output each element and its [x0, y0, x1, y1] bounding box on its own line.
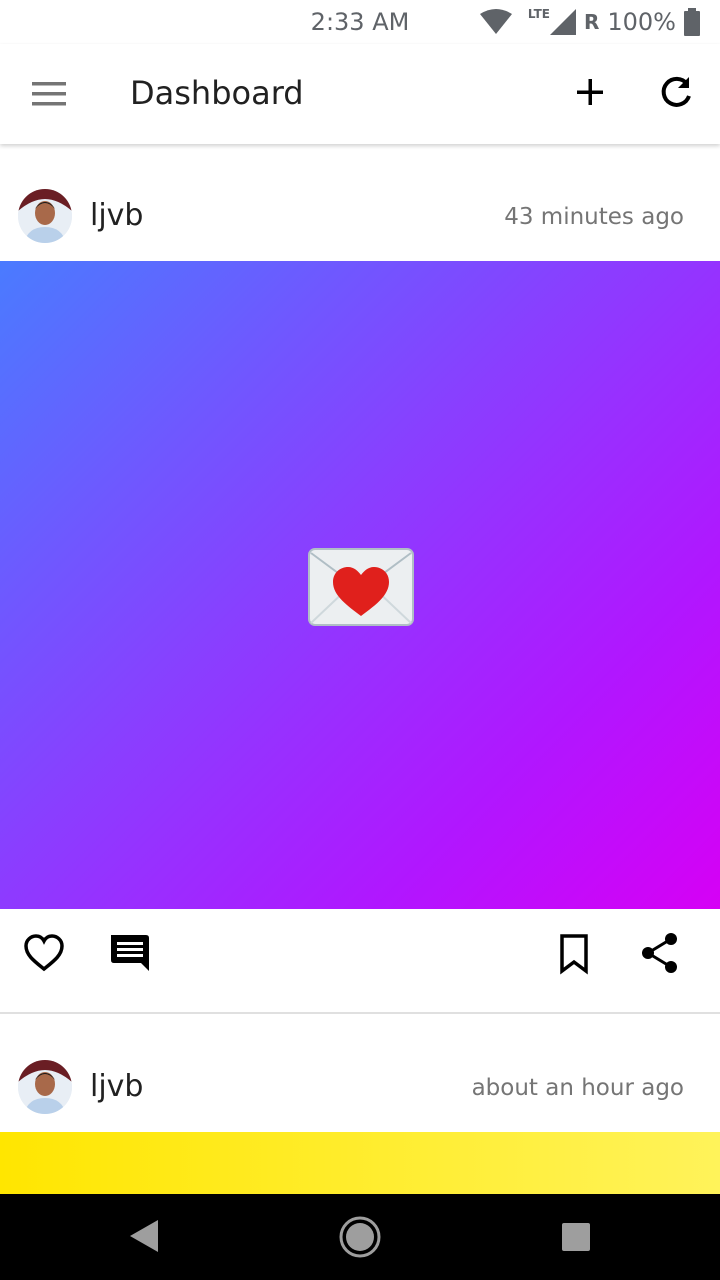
- username[interactable]: ljvb: [90, 1069, 143, 1104]
- bookmark-icon[interactable]: [552, 931, 596, 975]
- add-icon[interactable]: [570, 72, 610, 112]
- battery-percent: 100%: [607, 8, 676, 36]
- screen: 2:33 AM LTE R 100% Dashboard ljvb 43 min…: [0, 0, 720, 1280]
- comment-icon[interactable]: [108, 931, 152, 975]
- timestamp: 43 minutes ago: [504, 204, 684, 230]
- avatar[interactable]: [18, 189, 72, 243]
- recents-icon[interactable]: [560, 1221, 592, 1253]
- signal-icon: [549, 9, 576, 35]
- avatar-image: [18, 189, 72, 243]
- roaming-indicator: R: [583, 10, 600, 34]
- back-icon[interactable]: [126, 1216, 166, 1256]
- share-icon[interactable]: [638, 931, 682, 975]
- page-title: Dashboard: [130, 74, 304, 112]
- status-bar: 2:33 AM LTE R 100%: [0, 0, 720, 44]
- avatar-image: [18, 1060, 72, 1114]
- post-actions: [0, 909, 720, 1014]
- menu-icon[interactable]: [30, 78, 70, 110]
- username[interactable]: ljvb: [90, 198, 143, 233]
- post-image[interactable]: [0, 1132, 720, 1194]
- status-icons: LTE R 100%: [479, 7, 700, 36]
- like-icon[interactable]: [22, 931, 66, 975]
- battery-icon: [684, 8, 700, 36]
- love-letter-icon: [308, 548, 414, 626]
- post-header: ljvb about an hour ago: [0, 1031, 720, 1147]
- navigation-bar: [0, 1194, 720, 1280]
- avatar[interactable]: [18, 1060, 72, 1114]
- network-type: LTE: [527, 7, 550, 21]
- home-icon[interactable]: [338, 1215, 382, 1259]
- app-bar: Dashboard: [0, 44, 720, 144]
- wifi-icon: [479, 9, 512, 34]
- post-header: ljvb 43 minutes ago: [0, 160, 720, 276]
- timestamp: about an hour ago: [471, 1075, 684, 1101]
- refresh-icon[interactable]: [656, 72, 696, 112]
